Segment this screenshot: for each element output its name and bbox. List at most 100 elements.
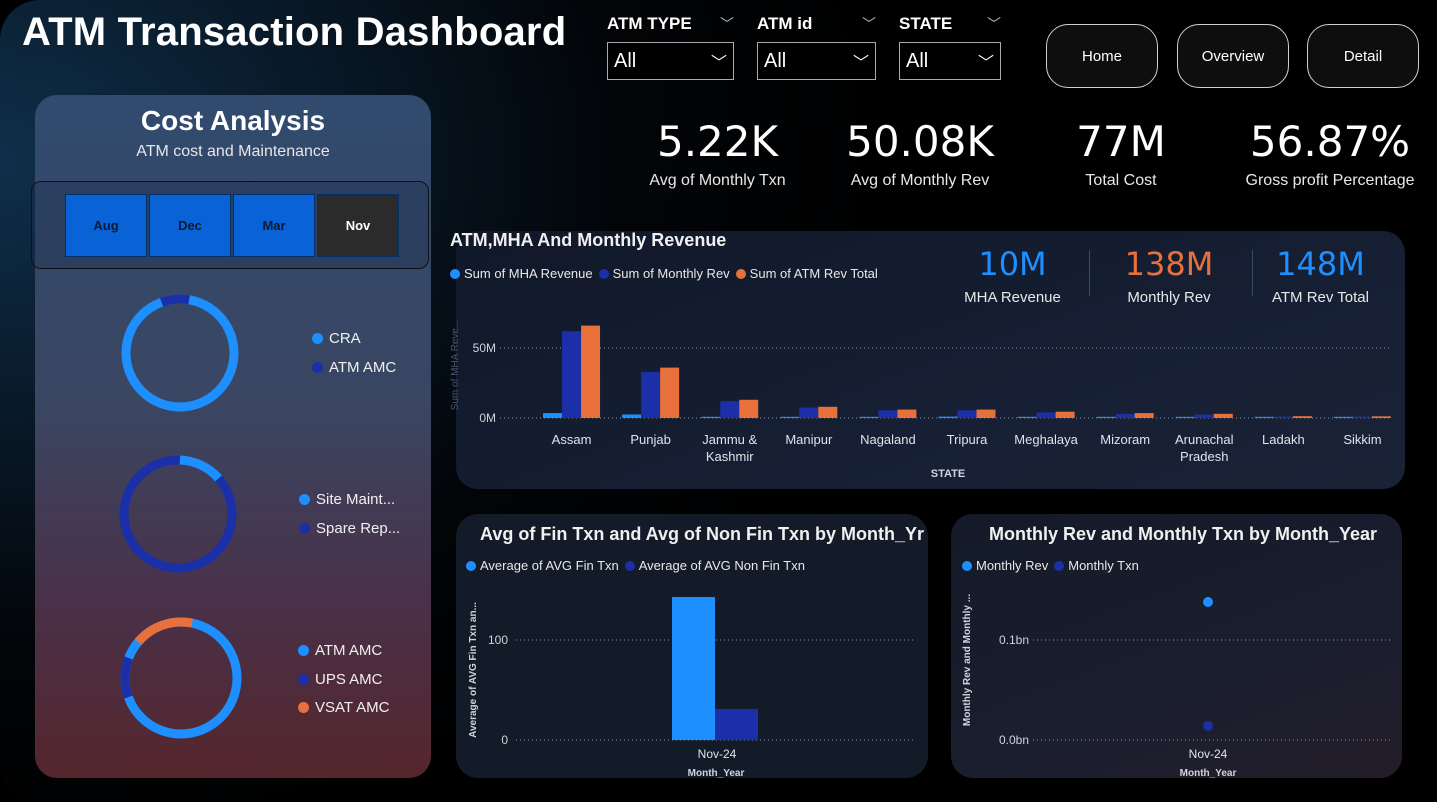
chevron-down-icon: ﹀ — [852, 55, 869, 72]
atm-type-dropdown[interactable]: All ﹀ — [607, 42, 734, 80]
legend-label: ATM AMC — [329, 359, 397, 376]
kpi-value: 77M — [1076, 117, 1166, 166]
revenue-by-state-chart: 0M 50M Sum of MHA Reve... Assam Punjab Jammu … — [450, 320, 1391, 480]
page-title: ATM Transaction Dashboard — [22, 10, 567, 54]
atm-id-dropdown[interactable]: All ﹀ — [757, 42, 876, 80]
y-tick-label: 0 — [501, 733, 508, 747]
legend-dot — [1054, 560, 1065, 571]
bar-1 — [715, 709, 758, 740]
x-tick-label: Nov-24 — [1189, 747, 1228, 761]
chevron-down-icon[interactable]: ﹀ — [720, 14, 734, 34]
cost-analysis-title: Cost Analysis — [140, 105, 326, 136]
bar-2 — [897, 409, 917, 418]
state-value: All — [906, 49, 929, 72]
monthly-rev-title: Monthly Rev and Monthly Txn by Month_Yea… — [989, 524, 1378, 544]
point-0 — [1203, 597, 1213, 607]
kpi-atm-rev-total: 148M ATM Rev Total — [1258, 245, 1383, 306]
bar-0 — [1017, 416, 1037, 418]
donut-slice-vsat-amc[interactable] — [111, 608, 251, 748]
legend-vsat-amc: VSAT AMC — [298, 699, 389, 716]
kpi-divider — [1252, 250, 1253, 296]
legend-ups-amc: UPS AMC — [298, 671, 383, 688]
legend-label: Monthly Rev — [976, 558, 1049, 573]
revenue-by-state-title: ATM,MHA And Monthly Revenue — [450, 230, 727, 250]
x-tick-label: Nagaland — [860, 432, 916, 447]
legend-dot — [466, 560, 476, 571]
state-slicer[interactable]: STATE ﹀ All ﹀ — [899, 14, 1001, 80]
legend-dot — [298, 645, 309, 656]
month-button-dec[interactable]: Dec — [149, 194, 231, 257]
legend-spare-rep: Spare Rep... — [299, 520, 400, 537]
x-tick-label: Jammu & — [702, 432, 757, 447]
month-button-nov[interactable]: Nov — [317, 194, 399, 257]
bar-2 — [1055, 411, 1075, 418]
bar-1 — [1194, 414, 1214, 418]
x-tick-label: Manipur — [785, 432, 833, 447]
bar-2 — [818, 406, 838, 418]
bar-2 — [660, 367, 680, 418]
bar-2 — [739, 399, 759, 418]
overview-button[interactable]: Overview — [1177, 24, 1289, 88]
y-axis-title: Sum of MHA Reve... — [450, 320, 461, 411]
legend-dot — [312, 333, 323, 344]
donut-slice-atm-amc[interactable] — [111, 284, 249, 422]
cost-donut-cra — [111, 284, 249, 422]
kpi-value: 5.22K — [656, 117, 779, 166]
bar-2 — [581, 325, 601, 418]
legend-label: Average of AVG Non Fin Txn — [638, 558, 805, 573]
kpi-label: Avg of Monthly Txn — [649, 172, 786, 189]
bar-0 — [672, 597, 715, 740]
donut-slice-cra[interactable] — [121, 294, 239, 412]
x-tick-label: Mizoram — [1100, 432, 1150, 447]
donut-slice-ups-amc[interactable] — [111, 608, 251, 748]
chevron-down-icon: ﹀ — [977, 55, 994, 72]
bar-2 — [1213, 413, 1233, 418]
dashboard-frame: ATM Transaction Dashboard ATM TYPE ﹀ All ﹀… — [0, 0, 1437, 802]
month-button-mar[interactable]: Mar — [233, 194, 315, 257]
point-1 — [1203, 721, 1213, 731]
kpi-avg-monthly-rev: 50.08K Avg of Monthly Rev — [830, 117, 1010, 190]
y-axis-title: Monthly Rev and Monthly ... — [962, 594, 973, 726]
legend-atm-amc-2: ATM AMC — [298, 642, 382, 659]
legend-label: Sum of ATM Rev Total — [749, 266, 878, 281]
legend-dot — [450, 268, 460, 279]
chevron-down-icon[interactable]: ﹀ — [987, 14, 1001, 34]
fin-txn-legend: Average of AVG Fin Txn Average of AVG No… — [466, 558, 805, 573]
monthly-rev-chart: 0.0bn 0.1bn Monthly Rev and Monthly ... Nov… — [962, 594, 1391, 778]
home-button[interactable]: Home — [1046, 24, 1158, 88]
y-tick-label: 0.1bn — [999, 633, 1029, 647]
bar-1 — [562, 331, 582, 418]
bar-1 — [799, 407, 819, 418]
x-axis-title: Month_Year — [688, 768, 745, 778]
atm-id-label: ATM id — [757, 14, 813, 33]
kpi-value: 50.08K — [846, 117, 994, 166]
legend-dot — [299, 523, 310, 534]
x-tick-label: Pradesh — [1180, 449, 1228, 464]
cost-analysis-subtitle: ATM cost and Maintenance — [136, 143, 330, 160]
legend-label: Site Maint... — [316, 491, 396, 508]
x-tick-label: Meghalaya — [1014, 432, 1078, 447]
atm-id-slicer[interactable]: ATM id ﹀ All ﹀ — [757, 14, 876, 80]
chevron-down-icon[interactable]: ﹀ — [862, 14, 876, 34]
revenue-legend: Sum of MHA Revenue Sum of Monthly Rev Su… — [450, 266, 878, 281]
bar-1 — [1273, 416, 1293, 418]
atm-type-slicer[interactable]: ATM TYPE ﹀ All ﹀ — [607, 14, 734, 80]
kpi-value: 10M — [978, 245, 1047, 283]
x-tick-label: Sikkim — [1343, 432, 1381, 447]
kpi-label: Avg of Monthly Rev — [850, 172, 990, 189]
legend-label: Average of AVG Fin Txn — [480, 558, 619, 573]
bar-0 — [938, 416, 958, 418]
legend-label: VSAT AMC — [315, 699, 390, 716]
legend-dot — [298, 702, 309, 713]
month-button-aug[interactable]: Aug — [65, 194, 147, 257]
detail-button[interactable]: Detail — [1307, 24, 1419, 88]
atm-id-value: All — [764, 49, 787, 72]
bar-0 — [1254, 416, 1274, 418]
kpi-monthly-rev: 138M Monthly Rev — [1105, 245, 1233, 306]
kpi-total-cost: 77M Total Cost — [1050, 117, 1192, 190]
bar-2 — [976, 409, 996, 418]
legend-label: Monthly Txn — [1068, 558, 1139, 573]
x-tick-label: Punjab — [630, 432, 670, 447]
bar-1 — [1036, 412, 1056, 418]
state-dropdown[interactable]: All ﹀ — [899, 42, 1001, 80]
